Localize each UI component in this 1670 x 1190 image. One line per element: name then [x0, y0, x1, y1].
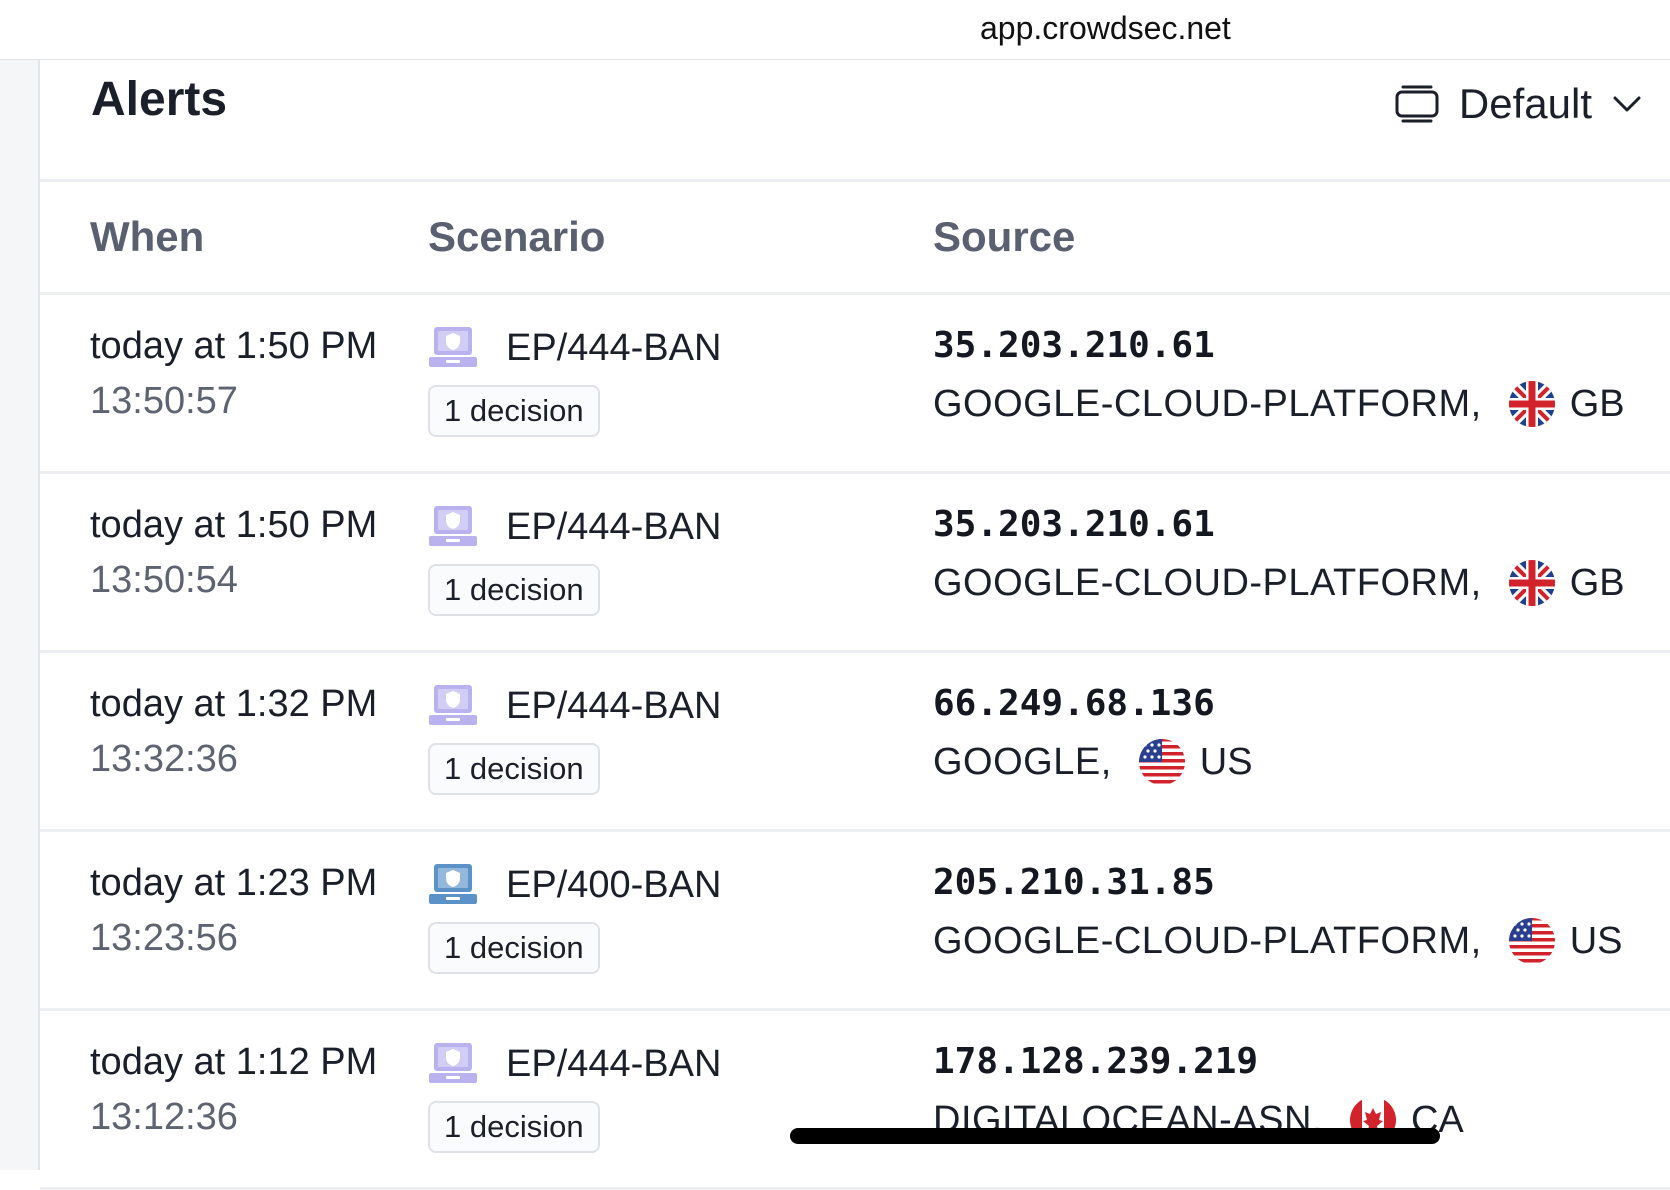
page-title: Alerts: [91, 73, 228, 126]
source-cell: 35.203.210.61 GOOGLE-CLOUD-PLATFORM, GB: [933, 325, 1625, 428]
scenario-cell: EP/400-BAN 1 decision: [428, 862, 721, 974]
source-asn: GOOGLE-CLOUD-PLATFORM,: [933, 561, 1482, 604]
alert-time: 13:23:56: [90, 917, 238, 959]
url-text[interactable]: app.crowdsec.net: [980, 10, 1231, 47]
scenario-cell: EP/444-BAN 1 decision: [428, 325, 721, 437]
view-selector-label: Default: [1458, 80, 1592, 127]
table-header: When Scenario Source: [40, 185, 1670, 295]
stack-icon: [1395, 85, 1439, 123]
source-cell: 66.249.68.136 GOOGLE, US: [933, 683, 1253, 786]
column-header-source[interactable]: Source: [933, 213, 1075, 261]
when-cell: today at 1:50 PM 13:50:54: [90, 504, 377, 602]
scenario-name[interactable]: EP/444-BAN: [506, 685, 721, 728]
source-asn: GOOGLE,: [933, 740, 1112, 783]
source-country: GB: [1569, 561, 1625, 604]
laptop-shield-icon: [429, 327, 477, 367]
scenario-cell: EP/444-BAN 1 decision: [428, 504, 721, 616]
decision-badge[interactable]: 1 decision: [428, 922, 600, 974]
home-indicator: [790, 1128, 1440, 1144]
decision-badge[interactable]: 1 decision: [428, 385, 600, 437]
alert-relative-time: today at 1:50 PM: [90, 325, 378, 367]
table-row[interactable]: today at 1:50 PM 13:50:54 EP/444-BAN 1 d…: [40, 474, 1670, 653]
alert-relative-time: today at 1:23 PM: [90, 862, 378, 904]
table-row[interactable]: today at 1:32 PM 13:32:36 EP/444-BAN 1 d…: [40, 653, 1670, 832]
table-row[interactable]: today at 1:12 PM 13:12:36 EP/444-BAN 1 d…: [40, 1011, 1670, 1190]
when-cell: today at 1:23 PM 13:23:56: [90, 862, 377, 960]
column-header-when[interactable]: When: [90, 213, 204, 261]
source-cell: 35.203.210.61 GOOGLE-CLOUD-PLATFORM, GB: [933, 504, 1625, 607]
alert-time: 13:32:36: [90, 738, 238, 780]
scenario-name[interactable]: EP/400-BAN: [506, 864, 721, 907]
table-body: today at 1:50 PM 13:50:57 EP/444-BAN 1 d…: [40, 295, 1670, 1190]
laptop-shield-icon: [429, 506, 477, 546]
source-country: US: [1569, 919, 1623, 962]
flag-gb-icon: [1508, 560, 1555, 606]
alert-relative-time: today at 1:12 PM: [90, 1041, 378, 1083]
when-cell: today at 1:12 PM 13:12:36: [90, 1041, 377, 1139]
source-ip[interactable]: 35.203.210.61: [933, 504, 1625, 545]
sidebar-rail: [0, 60, 40, 1170]
flag-us-icon: [1138, 739, 1185, 785]
alert-time: 13:12:36: [90, 1096, 238, 1138]
alert-relative-time: today at 1:50 PM: [90, 504, 378, 546]
decision-badge[interactable]: 1 decision: [428, 743, 600, 795]
chevron-down-icon: [1613, 96, 1641, 112]
scenario-name[interactable]: EP/444-BAN: [506, 506, 721, 549]
flag-us-icon: [1508, 918, 1555, 964]
alerts-table: When Scenario Source today at 1:50 PM 13…: [40, 185, 1670, 1190]
address-bar[interactable]: app.crowdsec.net: [0, 0, 1670, 60]
decision-badge[interactable]: 1 decision: [428, 1101, 600, 1153]
source-country: US: [1199, 740, 1253, 783]
source-ip[interactable]: 205.210.31.85: [933, 862, 1622, 903]
column-header-scenario[interactable]: Scenario: [428, 213, 605, 261]
page-header: Alerts Default: [40, 60, 1670, 182]
alert-time: 13:50:54: [90, 559, 238, 601]
scenario-cell: EP/444-BAN 1 decision: [428, 683, 721, 795]
source-country: GB: [1569, 382, 1625, 425]
table-row[interactable]: today at 1:23 PM 13:23:56 EP/400-BAN 1 d…: [40, 832, 1670, 1011]
scenario-name[interactable]: EP/444-BAN: [506, 1043, 721, 1086]
table-row[interactable]: today at 1:50 PM 13:50:57 EP/444-BAN 1 d…: [40, 295, 1670, 474]
when-cell: today at 1:50 PM 13:50:57: [90, 325, 377, 423]
source-ip[interactable]: 178.128.239.219: [933, 1041, 1464, 1082]
scenario-name[interactable]: EP/444-BAN: [506, 327, 721, 370]
source-asn: GOOGLE-CLOUD-PLATFORM,: [933, 919, 1482, 962]
when-cell: today at 1:32 PM 13:32:36: [90, 683, 377, 781]
flag-gb-icon: [1508, 381, 1555, 427]
laptop-shield-icon: [429, 685, 477, 725]
scenario-cell: EP/444-BAN 1 decision: [428, 1041, 721, 1153]
alert-relative-time: today at 1:32 PM: [90, 683, 378, 725]
view-selector[interactable]: Default: [1395, 74, 1642, 134]
decision-badge[interactable]: 1 decision: [428, 564, 600, 616]
source-asn: GOOGLE-CLOUD-PLATFORM,: [933, 382, 1482, 425]
laptop-shield-icon: [429, 864, 477, 904]
alert-time: 13:50:57: [90, 380, 238, 422]
laptop-shield-icon: [429, 1043, 477, 1083]
source-ip[interactable]: 66.249.68.136: [933, 683, 1253, 724]
source-ip[interactable]: 35.203.210.61: [933, 325, 1625, 366]
source-cell: 205.210.31.85 GOOGLE-CLOUD-PLATFORM, US: [933, 862, 1622, 965]
